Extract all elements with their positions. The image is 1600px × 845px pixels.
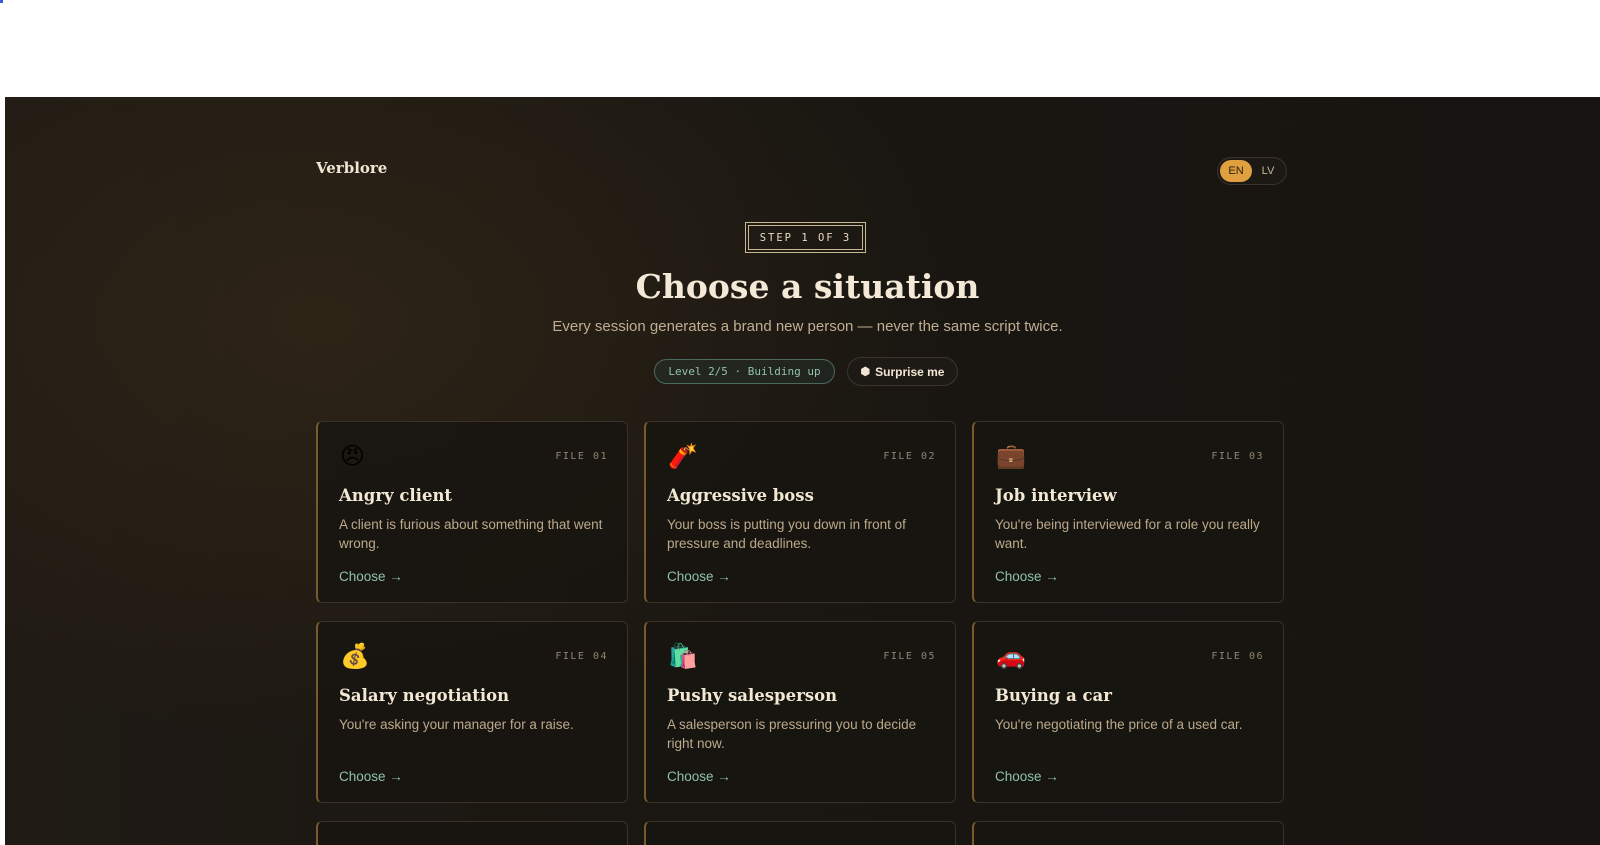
language-switch: EN LV [1217, 157, 1287, 185]
choose-link[interactable]: Choose → [339, 769, 403, 784]
situation-card-aggressive-boss[interactable]: 🧨 FILE 02 Aggressive boss Your boss is p… [644, 421, 956, 603]
lang-lv-button[interactable]: LV [1252, 160, 1284, 182]
choose-link[interactable]: Choose → [995, 569, 1059, 584]
situation-card-buying-a-car[interactable]: 🚗 FILE 06 Buying a car You're negotiatin… [972, 621, 1284, 803]
surprise-me-button[interactable]: ⬢ Surprise me [847, 357, 958, 386]
file-number: FILE 01 [555, 451, 608, 462]
card-description: A salesperson is pressuring you to decid… [667, 717, 917, 751]
briefcase-icon: 💼 [996, 442, 1026, 470]
file-number: FILE 05 [883, 651, 936, 662]
card-description: You're asking your manager for a raise. [339, 717, 574, 732]
page-title: Choose a situation [635, 267, 980, 306]
situation-card-angry-client[interactable]: 😠 FILE 01 Angry client A client is furio… [316, 421, 628, 603]
level-badge: Level 2/5 · Building up [654, 359, 835, 384]
situation-card-pushy-salesperson[interactable]: 🛍️ FILE 05 Pushy salesperson A salespers… [644, 621, 956, 803]
money-bag-icon: 💰 [340, 642, 370, 670]
situation-card-salary-negotiation[interactable]: 💰 FILE 04 Salary negotiation You're aski… [316, 621, 628, 803]
corner-marker [0, 0, 3, 3]
situation-card[interactable] [644, 821, 956, 845]
surprise-me-label: Surprise me [875, 364, 945, 379]
step-badge: STEP 1 OF 3 [745, 222, 866, 253]
situation-card[interactable] [316, 821, 628, 845]
card-title: Angry client [339, 486, 453, 505]
file-number: FILE 02 [883, 451, 936, 462]
file-number: FILE 06 [1211, 651, 1264, 662]
card-title: Pushy salesperson [667, 686, 838, 705]
card-title: Salary negotiation [339, 686, 510, 705]
choose-link[interactable]: Choose → [995, 769, 1059, 784]
file-number: FILE 04 [555, 651, 608, 662]
dice-icon: ⬢ [860, 366, 871, 378]
firecracker-icon: 🧨 [668, 442, 698, 470]
card-description: A client is furious about something that… [339, 517, 603, 551]
car-icon: 🚗 [996, 642, 1026, 670]
card-title: Aggressive boss [667, 486, 814, 505]
angry-face-icon: 😠 [340, 442, 366, 470]
situation-card[interactable] [972, 821, 1284, 845]
card-description: Your boss is putting you down in front o… [667, 517, 906, 551]
choose-link[interactable]: Choose → [667, 569, 731, 584]
step-label: STEP 1 OF 3 [748, 225, 863, 250]
card-title: Buying a car [995, 686, 1112, 705]
card-description: You're being interviewed for a role you … [995, 517, 1260, 551]
lang-en-button[interactable]: EN [1220, 160, 1252, 182]
situation-card-job-interview[interactable]: 💼 FILE 03 Job interview You're being int… [972, 421, 1284, 603]
choose-link[interactable]: Choose → [339, 569, 403, 584]
card-title: Job interview [995, 486, 1117, 505]
choose-link[interactable]: Choose → [667, 769, 731, 784]
brand-logo[interactable]: Verblore [316, 159, 387, 177]
file-number: FILE 03 [1211, 451, 1264, 462]
app-root: Verblore EN LV STEP 1 OF 3 Choose a situ… [5, 97, 1600, 845]
page-subtitle: Every session generates a brand new pers… [552, 318, 1063, 335]
shopping-bags-icon: 🛍️ [668, 642, 698, 670]
card-description: You're negotiating the price of a used c… [995, 717, 1243, 732]
